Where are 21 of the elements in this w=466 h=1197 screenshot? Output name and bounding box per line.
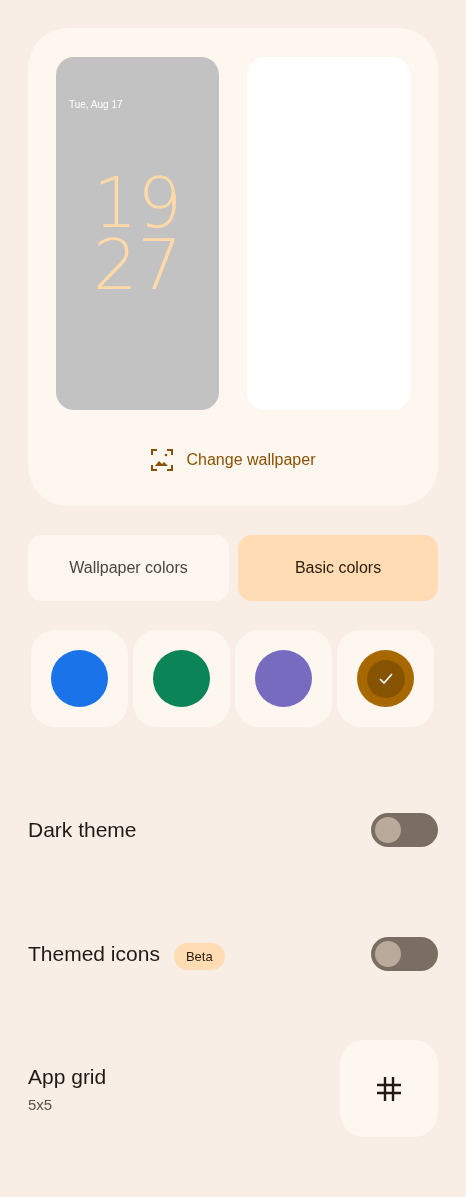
color-tab[interactable]: Basic colors (238, 535, 438, 601)
check-icon (378, 673, 393, 684)
grid-icon (376, 1075, 402, 1102)
beta-badge: Beta (173, 942, 225, 970)
setting-title: App grid (28, 1063, 107, 1090)
clock-hours: 19 (92, 172, 183, 234)
app-grid-button[interactable] (340, 1040, 438, 1137)
date-text: Tue, Aug 17 (69, 98, 123, 112)
color-swatch[interactable] (31, 630, 128, 727)
wallpaper-icon (150, 449, 173, 471)
clock-minutes: 27 (92, 234, 183, 296)
color-swatch[interactable] (133, 630, 230, 727)
color-swatch[interactable] (235, 630, 332, 727)
setting-subtitle: 5x5 (28, 1095, 54, 1115)
color-tab[interactable]: Wallpaper colors (28, 535, 229, 601)
toggle-switch[interactable] (371, 937, 438, 971)
setting-title: Dark theme (28, 817, 137, 844)
setting-title: Themed icons (28, 941, 160, 968)
change-wallpaper-button[interactable]: Change wallpaper (150, 448, 316, 472)
color-swatch[interactable] (337, 630, 434, 727)
toggle-switch[interactable] (371, 813, 438, 847)
